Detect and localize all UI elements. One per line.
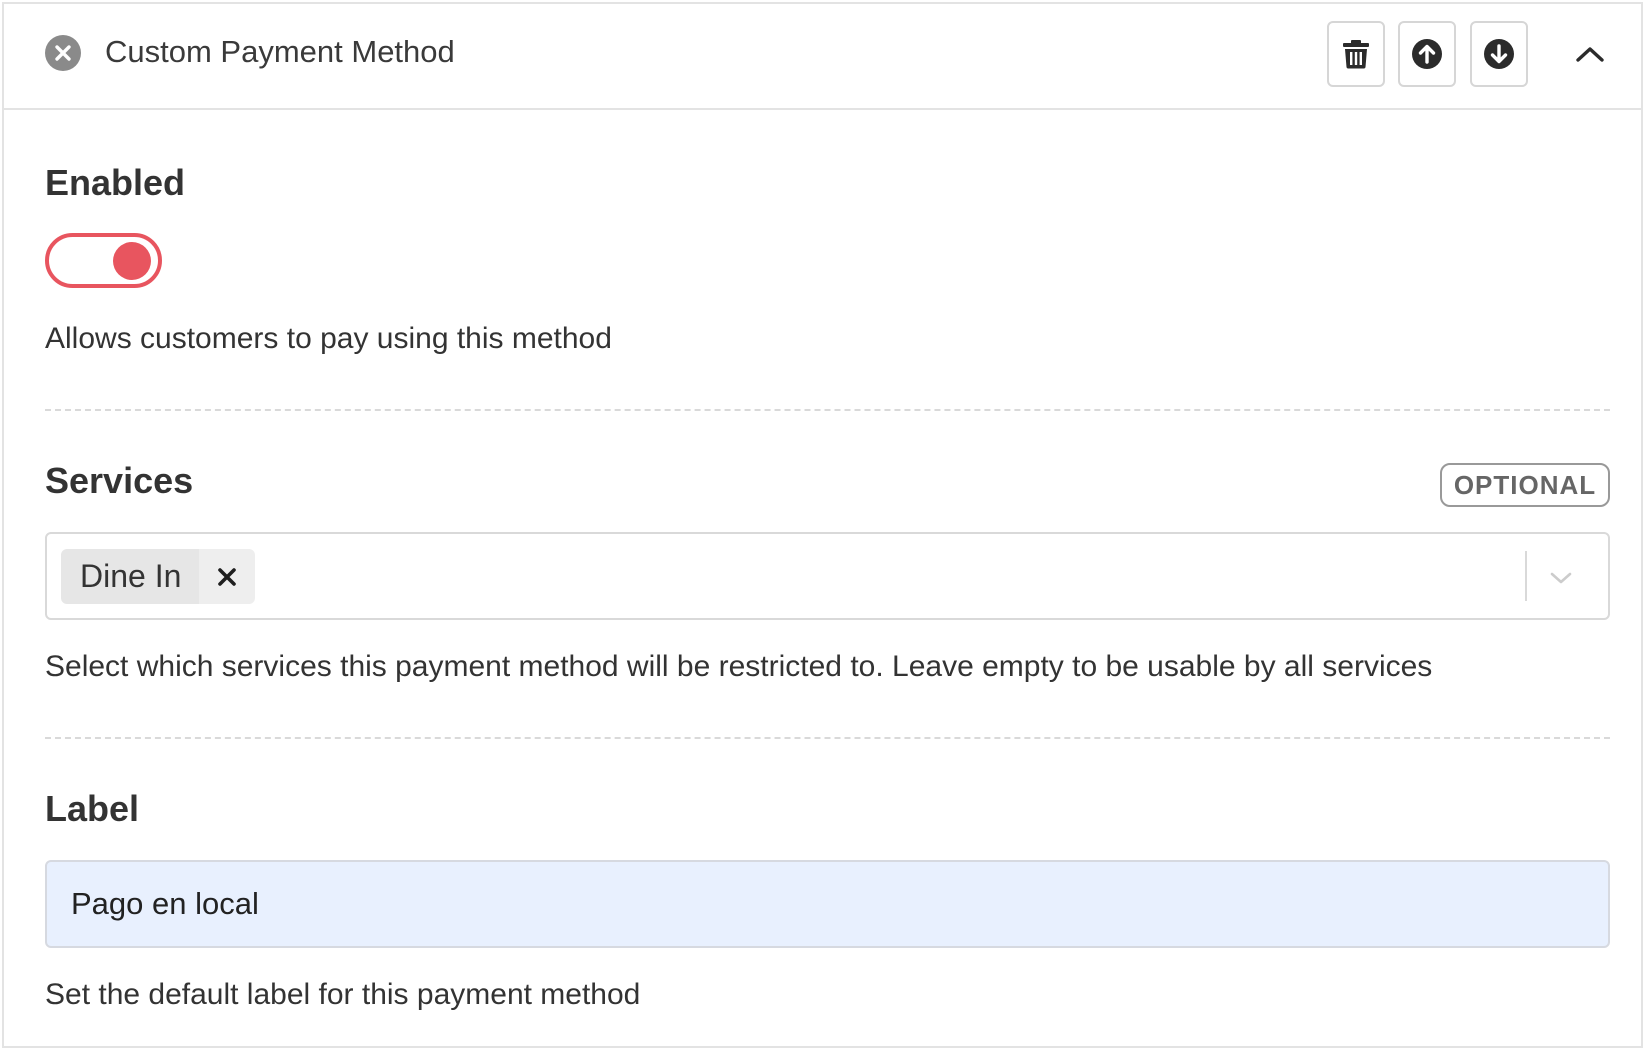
enabled-toggle[interactable] [45,233,162,288]
selected-service-tag: Dine In [61,549,256,604]
move-down-button[interactable] [1470,21,1528,87]
dropdown-toggle[interactable] [1541,558,1581,598]
enabled-help-text: Allows customers to pay using this metho… [45,322,612,355]
x-mark-icon [55,45,71,61]
services-heading: Services [45,460,194,501]
panel-title: Custom Payment Method [105,34,455,69]
delete-button[interactable] [1327,21,1385,87]
remove-tag-button[interactable] [199,549,256,604]
collapse-button[interactable] [1570,34,1610,74]
label-help-text: Set the default label for this payment m… [45,978,641,1011]
label-heading: Label [45,788,140,829]
panel-header: Custom Payment Method [4,4,1641,110]
chevron-up-icon [1576,47,1604,62]
toggle-knob [113,242,151,280]
move-up-button[interactable] [1398,21,1456,87]
chevron-down-icon [1550,572,1572,584]
services-help-text: Select which services this payment metho… [45,650,1433,683]
x-icon [218,567,237,586]
select-separator [1525,551,1527,601]
payment-method-panel: Custom Payment Method Enabled Allows cus… [2,2,1643,1048]
enabled-heading: Enabled [45,162,186,203]
close-circle-icon[interactable] [45,35,81,71]
tag-label: Dine In [61,549,200,604]
section-divider [45,409,1610,411]
section-divider [45,737,1610,739]
arrow-up-circle-icon [1412,39,1442,69]
optional-badge: OPTIONAL [1440,463,1610,507]
trash-icon [1343,40,1369,69]
services-multiselect[interactable]: Dine In [45,532,1610,620]
arrow-down-circle-icon [1484,39,1514,69]
label-input[interactable] [45,860,1610,948]
